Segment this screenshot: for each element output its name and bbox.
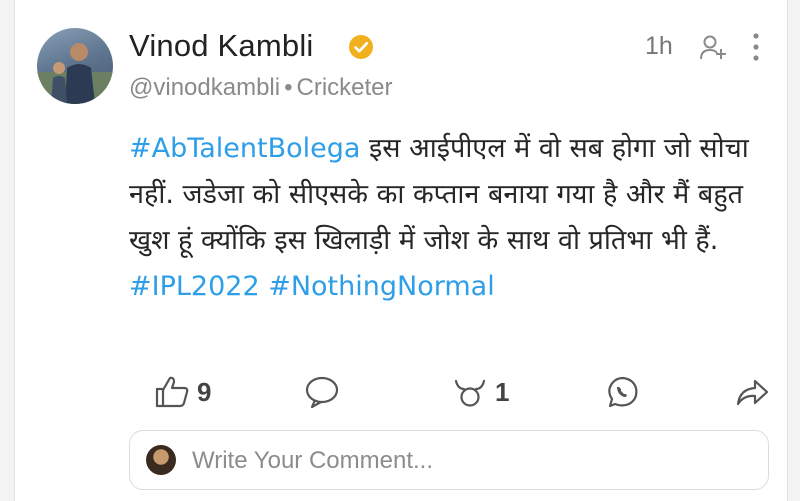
share-arrow-icon [736, 379, 769, 406]
comment-input[interactable] [190, 441, 754, 481]
whatsapp-share-button[interactable] [603, 372, 641, 412]
thumbs-up-icon [155, 376, 189, 408]
author-role: Cricketer [296, 74, 393, 101]
add-user-icon[interactable] [698, 32, 728, 62]
share-button[interactable] [733, 372, 771, 412]
verified-badge-icon [349, 35, 373, 59]
meta-separator: • [284, 74, 293, 101]
bull-reaction-icon [454, 379, 486, 407]
like-button[interactable]: 9 [153, 372, 211, 412]
post-time: 1h [645, 32, 673, 60]
hashtag-link[interactable]: #AbTalentBolega [129, 133, 360, 164]
post-body: #AbTalentBolega इस आईपीएल में वो सब होगा… [129, 126, 769, 310]
comment-button[interactable] [303, 372, 341, 412]
whatsapp-icon [608, 376, 638, 408]
more-vertical-icon[interactable] [748, 30, 764, 64]
author-avatar[interactable] [37, 28, 113, 104]
post-actions-bar: 9 1 [129, 372, 769, 412]
hashtag-link[interactable]: #NothingNormal [268, 271, 494, 302]
post-card: Vinod Kambli @vinodkambli • Cricketer 1h #… [14, 0, 788, 501]
reaction-button[interactable]: 1 [451, 372, 509, 412]
like-count: 9 [197, 376, 212, 407]
comment-box [129, 430, 769, 490]
comment-bubble-icon [305, 376, 339, 409]
author-handle: @vinodkambli [129, 74, 281, 101]
current-user-avatar [146, 445, 176, 475]
author-meta: @vinodkambli • Cricketer [129, 74, 393, 102]
author-name[interactable]: Vinod Kambli [129, 28, 314, 64]
reaction-count: 1 [495, 376, 510, 407]
hashtag-link[interactable]: #IPL2022 [129, 271, 260, 302]
